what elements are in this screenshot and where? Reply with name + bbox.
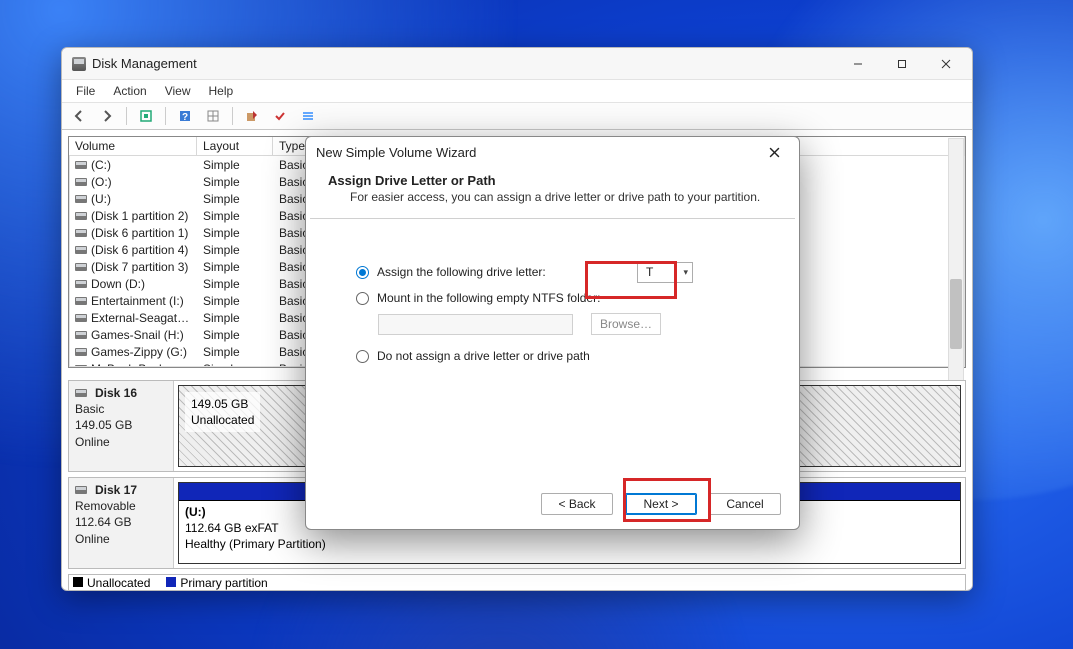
- next-button[interactable]: Next >: [625, 493, 697, 515]
- dialog-subheading: For easier access, you can assign a driv…: [350, 190, 777, 204]
- radio-mount-folder[interactable]: [356, 292, 369, 305]
- menubar: File Action View Help: [62, 80, 972, 103]
- disk17-info: Disk 17 Removable 112.64 GB Online: [69, 478, 174, 568]
- app-icon: [72, 57, 86, 71]
- volume-icon: [75, 229, 87, 237]
- menu-action[interactable]: Action: [105, 82, 154, 100]
- action-icon[interactable]: [241, 106, 263, 126]
- cancel-button[interactable]: Cancel: [709, 493, 781, 515]
- volume-icon: [75, 212, 87, 220]
- grid-icon[interactable]: [202, 106, 224, 126]
- menu-view[interactable]: View: [157, 82, 199, 100]
- volume-icon: [75, 331, 87, 339]
- maximize-button[interactable]: [880, 49, 924, 79]
- scrollbar[interactable]: [948, 138, 964, 418]
- wizard-dialog: New Simple Volume Wizard Assign Drive Le…: [305, 136, 800, 530]
- label-mount-folder: Mount in the following empty NTFS folder…: [377, 291, 600, 305]
- back-icon[interactable]: [68, 106, 90, 126]
- window-title: Disk Management: [92, 56, 836, 71]
- volume-icon: [75, 348, 87, 356]
- minimize-button[interactable]: [836, 49, 880, 79]
- volume-icon: [75, 297, 87, 305]
- mount-path-input: [378, 314, 573, 335]
- back-button[interactable]: < Back: [541, 493, 613, 515]
- radio-assign-letter[interactable]: [356, 266, 369, 279]
- volume-icon: [75, 314, 87, 322]
- chevron-down-icon: ▾: [683, 267, 688, 278]
- forward-icon[interactable]: [96, 106, 118, 126]
- column-header-layout[interactable]: Layout: [197, 137, 273, 155]
- volume-icon: [75, 246, 87, 254]
- disk-icon: [75, 389, 87, 397]
- help-icon[interactable]: ?: [174, 106, 196, 126]
- column-header-volume[interactable]: Volume: [69, 137, 197, 155]
- toolbar: ?: [62, 103, 972, 130]
- radio-no-assign[interactable]: [356, 350, 369, 363]
- label-no-assign: Do not assign a drive letter or drive pa…: [377, 349, 590, 363]
- volume-icon: [75, 178, 87, 186]
- browse-button: Browse…: [591, 313, 661, 335]
- titlebar: Disk Management: [62, 48, 972, 80]
- svg-text:?: ?: [182, 112, 188, 123]
- list-icon[interactable]: [297, 106, 319, 126]
- drive-letter-combo[interactable]: T ▾: [637, 262, 693, 283]
- volume-icon: [75, 280, 87, 288]
- volume-icon: [75, 195, 87, 203]
- check-icon[interactable]: [269, 106, 291, 126]
- volume-icon: [75, 365, 87, 367]
- scrollbar-thumb[interactable]: [950, 279, 962, 349]
- dialog-close-button[interactable]: [759, 138, 789, 166]
- close-button[interactable]: [924, 49, 968, 79]
- disk-icon: [75, 486, 87, 494]
- refresh-icon[interactable]: [135, 106, 157, 126]
- menu-help[interactable]: Help: [201, 82, 242, 100]
- menu-file[interactable]: File: [68, 82, 103, 100]
- legend: Unallocated Primary partition: [68, 574, 966, 591]
- volume-icon: [75, 263, 87, 271]
- disk16-info: Disk 16 Basic 149.05 GB Online: [69, 381, 174, 471]
- volume-icon: [75, 161, 87, 169]
- label-assign-letter: Assign the following drive letter:: [377, 265, 546, 279]
- dialog-title: New Simple Volume Wizard: [316, 145, 476, 160]
- dialog-heading: Assign Drive Letter or Path: [328, 173, 777, 188]
